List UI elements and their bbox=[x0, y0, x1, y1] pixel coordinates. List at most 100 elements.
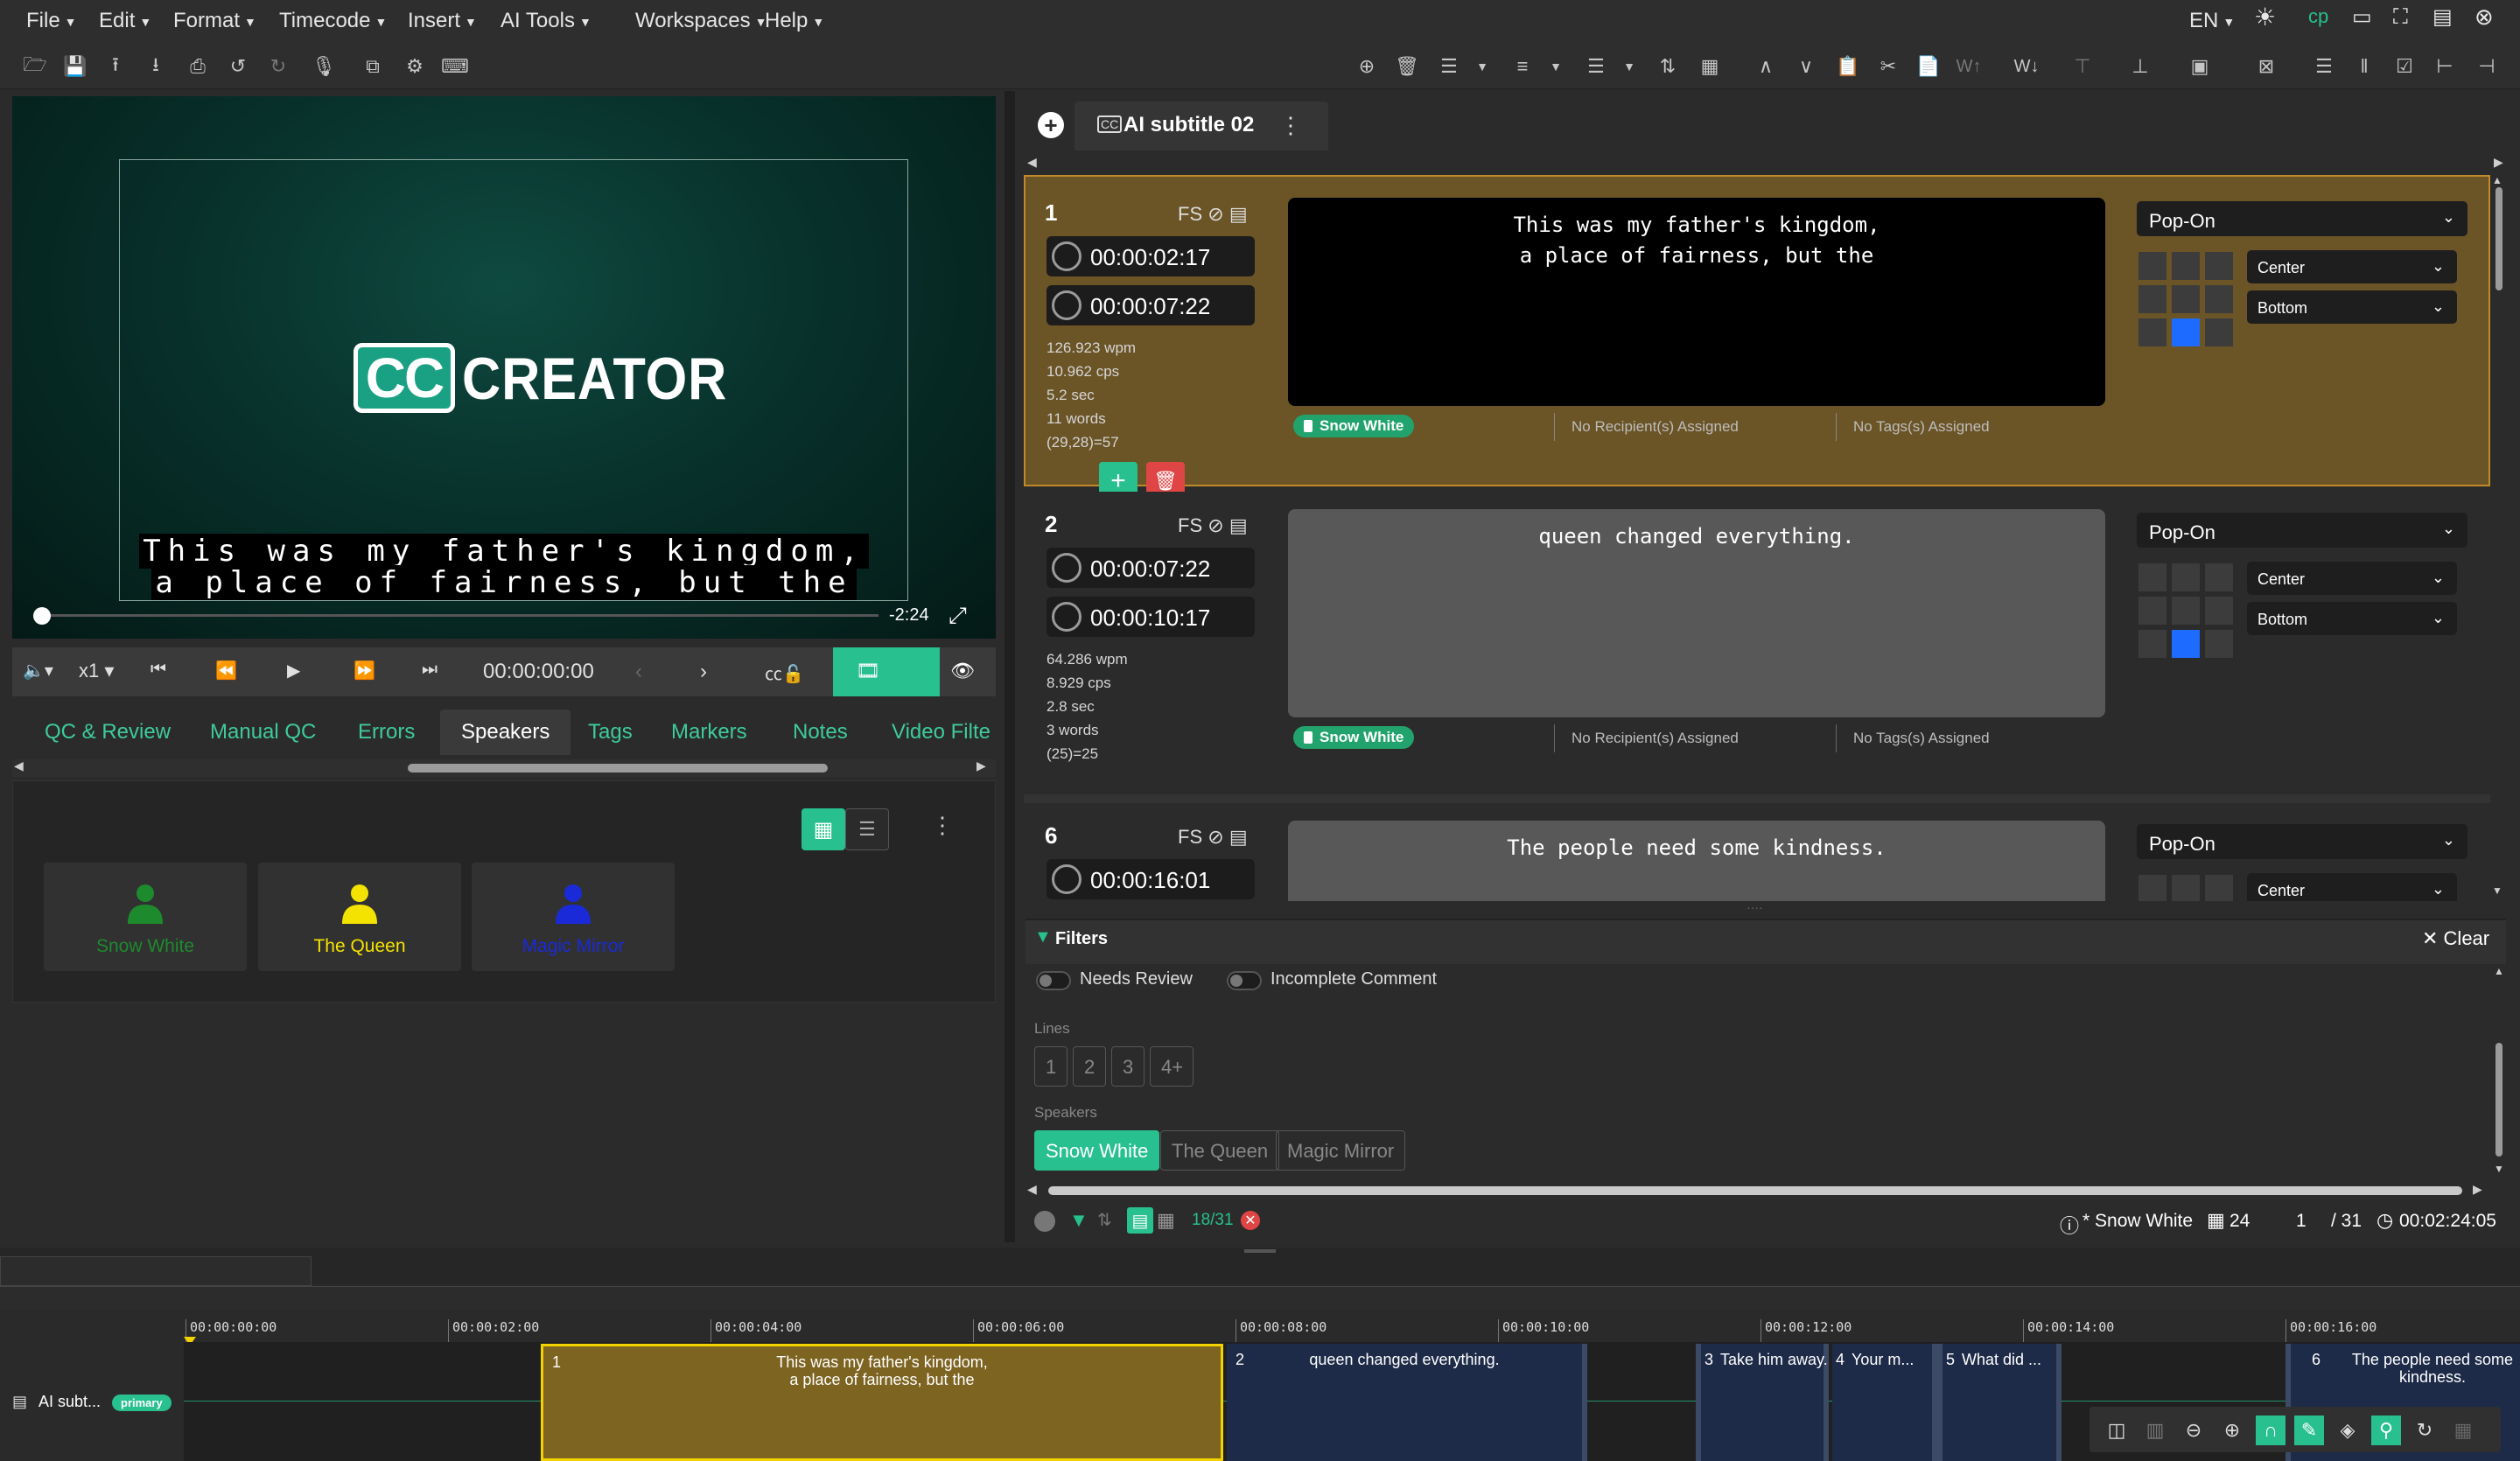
save-icon[interactable]: 💾 bbox=[63, 54, 88, 79]
vertical-align-select[interactable]: Bottom ⌄ bbox=[2247, 290, 2457, 324]
cue-scroll-left-icon[interactable]: ◀ bbox=[1027, 156, 1037, 168]
redo-icon[interactable]: ↻ bbox=[266, 54, 290, 79]
speaker-filter-snow-white[interactable]: Snow White bbox=[1034, 1130, 1160, 1171]
cue-text-editor[interactable]: queen changed everything. bbox=[1288, 509, 2105, 717]
merge-down-icon[interactable]: ⊥ bbox=[2128, 54, 2152, 79]
edit-pen-icon[interactable]: ✎ bbox=[2294, 1416, 2324, 1445]
menu-help[interactable]: Help ▼ bbox=[765, 9, 824, 33]
trash-icon[interactable]: 🗑 bbox=[1395, 54, 1419, 79]
menu-insert[interactable]: Insert ▼ bbox=[408, 9, 477, 33]
recipients-label[interactable]: No Recipient(s) Assigned bbox=[1572, 730, 1739, 747]
scroll-up-icon[interactable]: ▲ bbox=[2492, 175, 2502, 185]
skip-end-icon[interactable]: ⏭ bbox=[422, 660, 438, 680]
needs-review-toggle[interactable] bbox=[1036, 971, 1071, 990]
horizontal-align-select[interactable]: Center ⌄ bbox=[2247, 873, 2457, 901]
filters-hscroll-left-icon[interactable]: ◀ bbox=[1027, 1183, 1037, 1195]
speaker-pill[interactable]: Snow White bbox=[1293, 726, 1415, 749]
sort-status-icon[interactable]: ⇅ bbox=[1097, 1209, 1112, 1231]
list-mode-icon[interactable]: ▤ bbox=[1127, 1207, 1153, 1234]
tab-manual-qc[interactable]: Manual QC bbox=[210, 720, 316, 744]
microphone-icon[interactable]: 🎙 bbox=[312, 54, 336, 79]
menu-format[interactable]: Format ▼ bbox=[173, 9, 256, 33]
download-icon[interactable]: ⭳ bbox=[144, 53, 168, 79]
timeline-overview[interactable] bbox=[0, 1256, 312, 1286]
check-square-icon[interactable]: ☑ bbox=[2392, 54, 2417, 79]
grid-toggle-icon[interactable]: ▦ bbox=[2448, 1416, 2478, 1445]
scroll-right-icon[interactable]: ▶ bbox=[976, 759, 986, 772]
tab-markers[interactable]: Markers bbox=[671, 720, 747, 744]
cc-lock-icon[interactable]: ㏄🔓 bbox=[765, 660, 804, 685]
timeline-overview-strip[interactable] bbox=[0, 1286, 2520, 1311]
prev-frame-icon[interactable]: ‹ bbox=[635, 660, 642, 684]
lines-filter-1[interactable]: 1 bbox=[1034, 1046, 1068, 1087]
align-edge-left-icon[interactable]: ⊢ bbox=[2432, 54, 2457, 79]
timeline-clip-3[interactable]: 3 Take him away. bbox=[1696, 1344, 1829, 1461]
position-grid[interactable] bbox=[2138, 252, 2235, 348]
menu-edit[interactable]: Edit ▼ bbox=[99, 9, 151, 33]
mode-select[interactable]: Pop-On ⌄ bbox=[2137, 201, 2468, 236]
speaker-filter-the-queen[interactable]: The Queen bbox=[1160, 1130, 1280, 1171]
panel-divider[interactable] bbox=[1004, 91, 1015, 1242]
help-circle-icon[interactable]: ⊗ bbox=[2474, 5, 2494, 28]
filters-hscroll-thumb[interactable] bbox=[1048, 1186, 2462, 1195]
resize-handle[interactable]: ···· bbox=[1746, 901, 1796, 913]
next-frame-icon[interactable]: › bbox=[700, 660, 707, 684]
play-icon[interactable]: ▶ bbox=[287, 660, 300, 682]
filters-scroll-up-icon[interactable]: ▲ bbox=[2494, 966, 2504, 976]
scroll-left-icon[interactable]: ◀ bbox=[14, 759, 24, 772]
cue-list-scroll-thumb[interactable] bbox=[2496, 187, 2502, 290]
lines-filter-3[interactable]: 3 bbox=[1111, 1046, 1144, 1087]
menu-file[interactable]: File ▼ bbox=[26, 9, 77, 33]
marker-pin-icon[interactable]: ⚲ bbox=[2371, 1416, 2401, 1445]
align-center-dropdown[interactable]: ▼ bbox=[1544, 54, 1568, 79]
timeline-clip-2[interactable]: 2 queen changed everything. bbox=[1227, 1344, 1587, 1461]
horizontal-align-select[interactable]: Center ⌄ bbox=[2247, 562, 2457, 595]
clear-count-icon[interactable]: ✕ bbox=[1241, 1211, 1260, 1230]
align-edge-right-icon[interactable]: ⊣ bbox=[2474, 54, 2499, 79]
layers-icon[interactable]: ◈ bbox=[2333, 1416, 2362, 1445]
align-right-icon[interactable]: ☰ bbox=[1584, 54, 1608, 79]
menu-ai-tools[interactable]: AI Tools ▼ bbox=[500, 9, 592, 33]
cue-scroll-right-icon[interactable]: ▶ bbox=[2494, 156, 2503, 168]
undo-icon[interactable]: ↺ bbox=[226, 54, 250, 79]
cut-icon[interactable]: ✂ bbox=[1876, 54, 1900, 79]
sort-icon[interactable]: ⇅ bbox=[1656, 54, 1680, 79]
split-view-icon[interactable]: ◫ bbox=[2102, 1416, 2132, 1445]
lines-filter-2[interactable]: 2 bbox=[1073, 1046, 1106, 1087]
paste-icon[interactable]: 📄 bbox=[1916, 54, 1941, 79]
mode-select[interactable]: Pop-On ⌄ bbox=[2137, 513, 2468, 548]
clear-filters-button[interactable]: ✕ Clear bbox=[2422, 927, 2489, 950]
grid-view-icon[interactable]: ▦ bbox=[802, 808, 845, 850]
start-timecode[interactable]: 00:00:07:22 bbox=[1046, 548, 1255, 588]
end-timecode[interactable]: 00:00:10:17 bbox=[1046, 597, 1255, 637]
chevron-down-icon[interactable]: ∨ bbox=[1794, 54, 1818, 79]
cue-text-editor[interactable]: The people need some kindness. bbox=[1288, 821, 2105, 901]
expand-icon[interactable]: ⤢ bbox=[948, 604, 967, 626]
cue-text-editor[interactable]: This was my father's kingdom, a place of … bbox=[1288, 198, 2105, 406]
upload-icon[interactable]: ⭱ bbox=[103, 53, 128, 79]
timeline-clip-1[interactable]: 1 This was my father's kingdom, a place o… bbox=[541, 1344, 1223, 1461]
magnet-icon[interactable]: ∩ bbox=[2256, 1416, 2286, 1445]
chevron-up-icon[interactable]: ∧ bbox=[1754, 54, 1778, 79]
theme-icon[interactable]: ☀ bbox=[2254, 5, 2276, 30]
align-right-dropdown[interactable]: ▼ bbox=[1617, 54, 1642, 79]
speed-select[interactable]: x1 ▾ bbox=[79, 660, 114, 682]
clipboard-icon[interactable]: 📋 bbox=[1836, 54, 1860, 79]
timeline-resize-handle[interactable] bbox=[1244, 1249, 1276, 1253]
speaker-card-magic-mirror[interactable]: Magic Mirror bbox=[472, 863, 675, 971]
rows-icon[interactable]: ☰ bbox=[2312, 54, 2336, 79]
record-dot-icon[interactable] bbox=[1034, 1211, 1055, 1232]
cp-icon[interactable]: cp bbox=[2308, 7, 2328, 26]
tags-label[interactable]: No Tags(s) Assigned bbox=[1853, 418, 1990, 436]
rewind-icon[interactable]: ⏪ bbox=[215, 660, 237, 682]
timeline-clip-5[interactable]: 5 What did ... bbox=[1937, 1344, 2062, 1461]
track-name[interactable]: AI subt... bbox=[38, 1393, 101, 1411]
docs-icon[interactable]: ▤ bbox=[2432, 7, 2453, 28]
word-up-icon[interactable]: W↑ bbox=[1956, 54, 1982, 79]
sync-toggle[interactable] bbox=[833, 647, 940, 696]
menu-timecode[interactable]: Timecode ▼ bbox=[279, 9, 387, 33]
lines-filter-4plus[interactable]: 4+ bbox=[1150, 1046, 1194, 1087]
align-left-icon[interactable]: ☰ bbox=[1437, 54, 1461, 79]
tab-ai-subtitle[interactable]: CC AI subtitle 02 ⋮ bbox=[1074, 101, 1328, 150]
speaker-card-snow-white[interactable]: Snow White bbox=[44, 863, 247, 971]
